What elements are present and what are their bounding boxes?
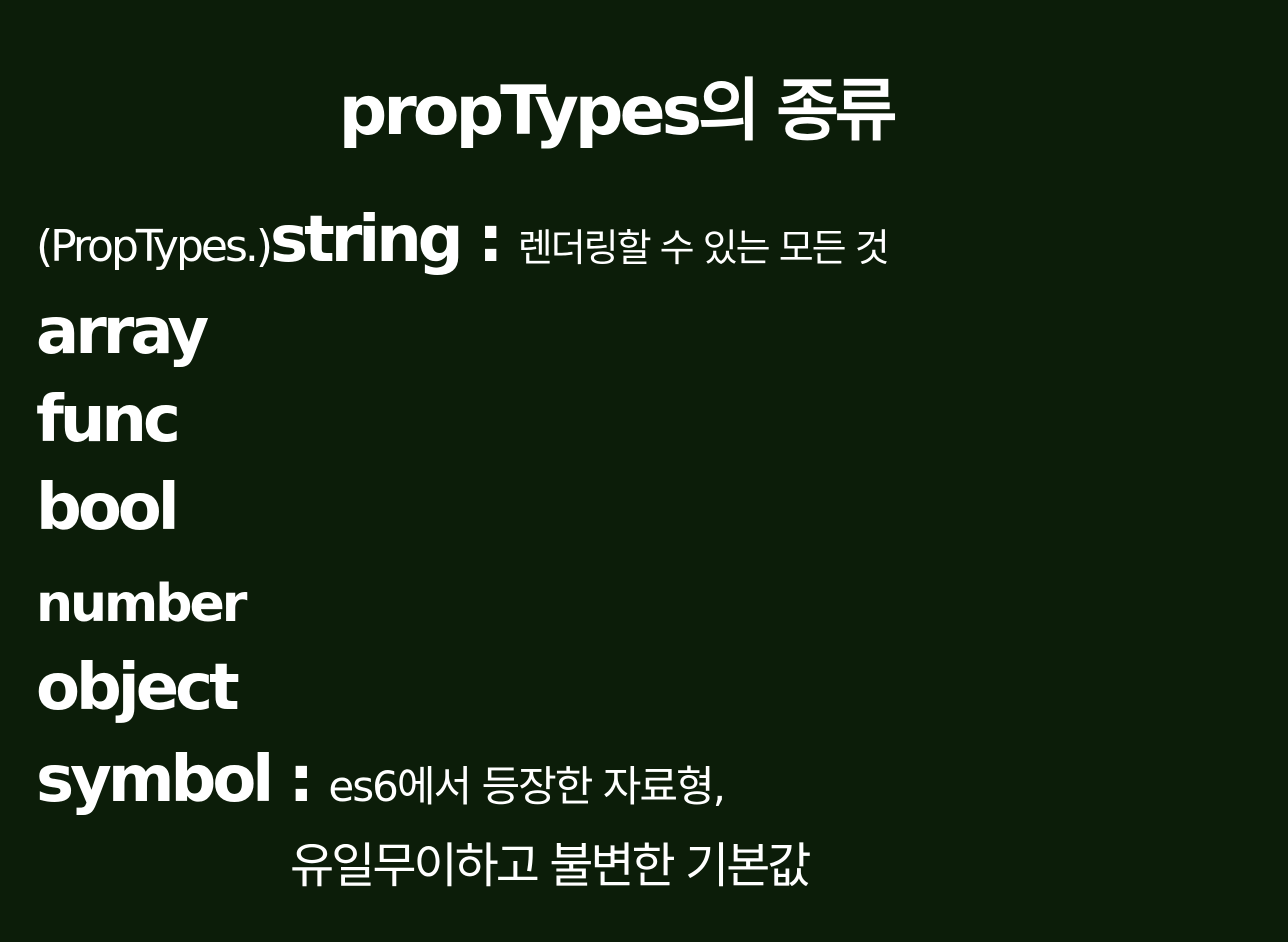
type-name-bool: bool	[36, 471, 180, 545]
type-name-func: func	[36, 383, 181, 457]
type-desc-symbol: es6에서 등장한 자료형,	[328, 762, 726, 811]
type-separator: :	[270, 743, 329, 817]
type-separator: :	[459, 203, 518, 277]
type-name-number: number	[36, 574, 247, 634]
type-name-object: object	[36, 651, 240, 725]
type-row-symbol: symbol : es6에서 등장한 자료형,	[36, 748, 726, 812]
type-desc-symbol-continued: 유일무이하고 불변한 기본값	[290, 838, 811, 894]
type-name-symbol: symbol	[36, 743, 274, 817]
proptypes-prefix: (PropTypes.)	[36, 221, 273, 272]
type-row-string: (PropTypes.)string : 렌더링할 수 있는 모든 것	[36, 208, 890, 272]
title-text: propTypes의 종류	[338, 72, 898, 151]
slide: propTypes의 종류 (PropTypes.)string : 렌더링할 …	[0, 0, 1288, 942]
slide-title: propTypes의 종류	[0, 72, 1288, 152]
type-name-array: array	[36, 295, 209, 369]
type-name-string: string	[270, 203, 464, 277]
type-desc-string: 렌더링할 수 있는 모든 것	[517, 226, 890, 270]
